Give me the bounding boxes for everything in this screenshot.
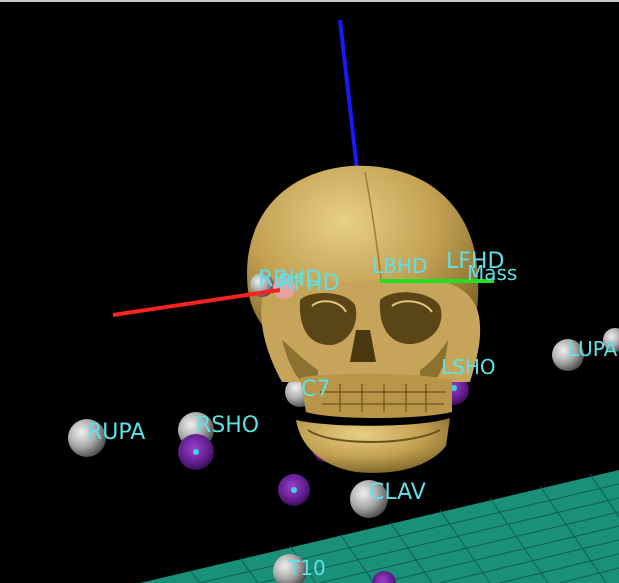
joint-neck-core [291,487,297,493]
label-rupa: RUPA [87,420,145,445]
label-lupa: LUPA [568,337,618,361]
z-axis [338,19,360,179]
label-lsho: LSHO [441,355,496,379]
3d-viewport[interactable]: RBHD RFHD LBHD LFHD Mass LUPA LSHO C7 RU… [0,0,619,583]
label-rfhd: RFHD [278,271,339,296]
label-clav: CLAV [369,480,426,505]
label-c7: C7 [301,377,330,402]
skull-model[interactable] [247,165,481,473]
label-t10: T10 [287,556,326,580]
joint-right-shoulder-core [193,449,199,455]
scene: RBHD RFHD LBHD LFHD Mass LUPA LSHO C7 RU… [68,19,619,583]
label-lbhd: LBHD [372,254,427,278]
label-rsho: RSHO [196,413,259,438]
label-mass: Mass [467,261,517,285]
